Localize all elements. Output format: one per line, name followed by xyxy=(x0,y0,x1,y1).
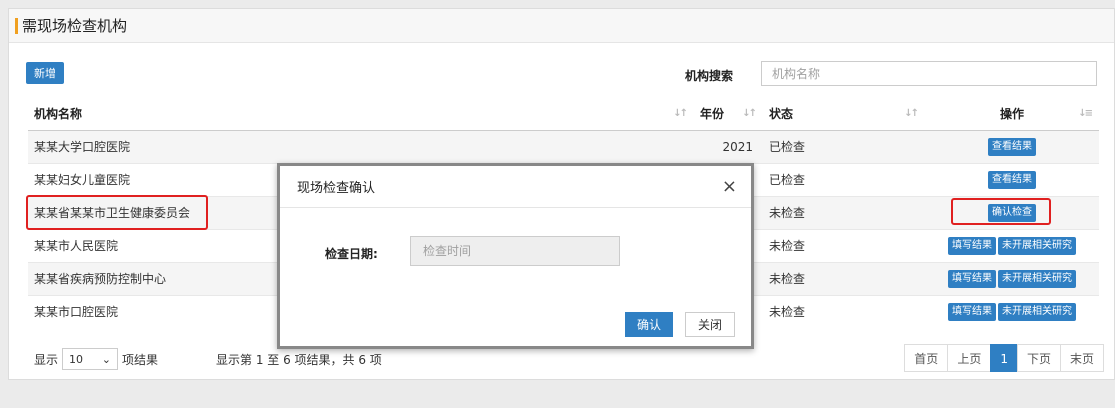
view-result-button[interactable]: 查看结果 xyxy=(988,137,1036,156)
pagination-info: 显示第 1 至 6 项结果，共 6 项 xyxy=(216,353,382,367)
table-row: 某某大学口腔医院 2021 已检查 查看结果 xyxy=(28,129,1099,163)
items-label: 项结果 xyxy=(122,352,159,367)
cell-operations: 填写结果 未开展相关研究 xyxy=(925,294,1099,328)
cell-state: 已检查 xyxy=(763,129,925,163)
pager-prev[interactable]: 上页 xyxy=(947,344,992,372)
pager-next[interactable]: 下页 xyxy=(1016,344,1061,372)
modal-header: 现场检查确认 × xyxy=(280,166,751,208)
table-header-row: 机构名称 ↓↑ 年份 ↓↑ 状态 ↓↑ 操作 ↓≡ xyxy=(28,97,1099,131)
header-name[interactable]: 机构名称 ↓↑ xyxy=(28,97,694,131)
pagination: 首页 上页 1 下页 末页 xyxy=(904,344,1104,372)
fill-result-button[interactable]: 填写结果 xyxy=(948,302,996,321)
fill-result-button[interactable]: 填写结果 xyxy=(948,269,996,288)
pager-first[interactable]: 首页 xyxy=(904,344,949,372)
cell-operations: 填写结果 未开展相关研究 xyxy=(925,261,1099,295)
cell-state: 未检查 xyxy=(763,261,925,295)
check-date-input[interactable] xyxy=(410,236,620,266)
highlight-box-institution xyxy=(26,195,208,230)
sort-icon[interactable]: ↓↑ xyxy=(673,108,688,119)
pager-current[interactable]: 1 xyxy=(990,344,1018,372)
cell-operations: 填写结果 未开展相关研究 xyxy=(925,228,1099,262)
sort-desc-icon[interactable]: ↓≡ xyxy=(1078,108,1093,119)
cell-state: 未检查 xyxy=(763,294,925,328)
page-size-select[interactable]: 10 ⌄ xyxy=(62,348,119,370)
header-year[interactable]: 年份 ↓↑ xyxy=(694,97,763,131)
chevron-down-icon: ⌄ xyxy=(101,352,112,366)
show-label: 显示 xyxy=(34,352,59,367)
cell-state: 已检查 xyxy=(763,162,925,196)
confirm-modal: 现场检查确认 × 检查日期: 确认 关闭 xyxy=(277,163,754,349)
cell-operations: 查看结果 xyxy=(925,129,1099,163)
cell-operations: 查看结果 xyxy=(925,162,1099,196)
search-input[interactable] xyxy=(761,61,1097,86)
cell-year: 2021 xyxy=(694,129,763,163)
header-state[interactable]: 状态 ↓↑ xyxy=(763,97,925,131)
panel-title: 需现场检查机构 xyxy=(22,17,128,35)
page-length-control: 显示 10 ⌄ 项结果 xyxy=(34,348,158,370)
fill-result-button[interactable]: 填写结果 xyxy=(948,236,996,255)
check-date-label: 检查日期: xyxy=(325,247,378,261)
modal-body: 检查日期: xyxy=(280,208,751,298)
no-research-button[interactable]: 未开展相关研究 xyxy=(998,269,1076,288)
title-accent-bar xyxy=(15,17,18,34)
sort-icon[interactable]: ↓↑ xyxy=(904,108,919,119)
confirm-button[interactable]: 确认 xyxy=(625,312,674,337)
header-operations[interactable]: 操作 ↓≡ xyxy=(925,97,1099,131)
cell-name: 某某大学口腔医院 xyxy=(28,129,694,163)
search-label: 机构搜索 xyxy=(685,69,734,83)
no-research-button[interactable]: 未开展相关研究 xyxy=(998,302,1076,321)
sort-icon[interactable]: ↓↑ xyxy=(742,108,757,119)
close-icon[interactable]: × xyxy=(722,176,737,197)
view-result-button[interactable]: 查看结果 xyxy=(988,170,1036,189)
pager-last[interactable]: 末页 xyxy=(1059,344,1104,372)
toolbar: 新增 机构搜索 xyxy=(9,43,1114,93)
cell-state: 未检查 xyxy=(763,195,925,229)
cell-state: 未检查 xyxy=(763,228,925,262)
no-research-button[interactable]: 未开展相关研究 xyxy=(998,236,1076,255)
add-button[interactable]: 新增 xyxy=(26,62,64,84)
panel-header: 需现场检查机构 xyxy=(9,9,1114,43)
highlight-box-confirm xyxy=(951,198,1051,225)
modal-title: 现场检查确认 xyxy=(297,181,376,196)
close-button[interactable]: 关闭 xyxy=(685,312,736,337)
